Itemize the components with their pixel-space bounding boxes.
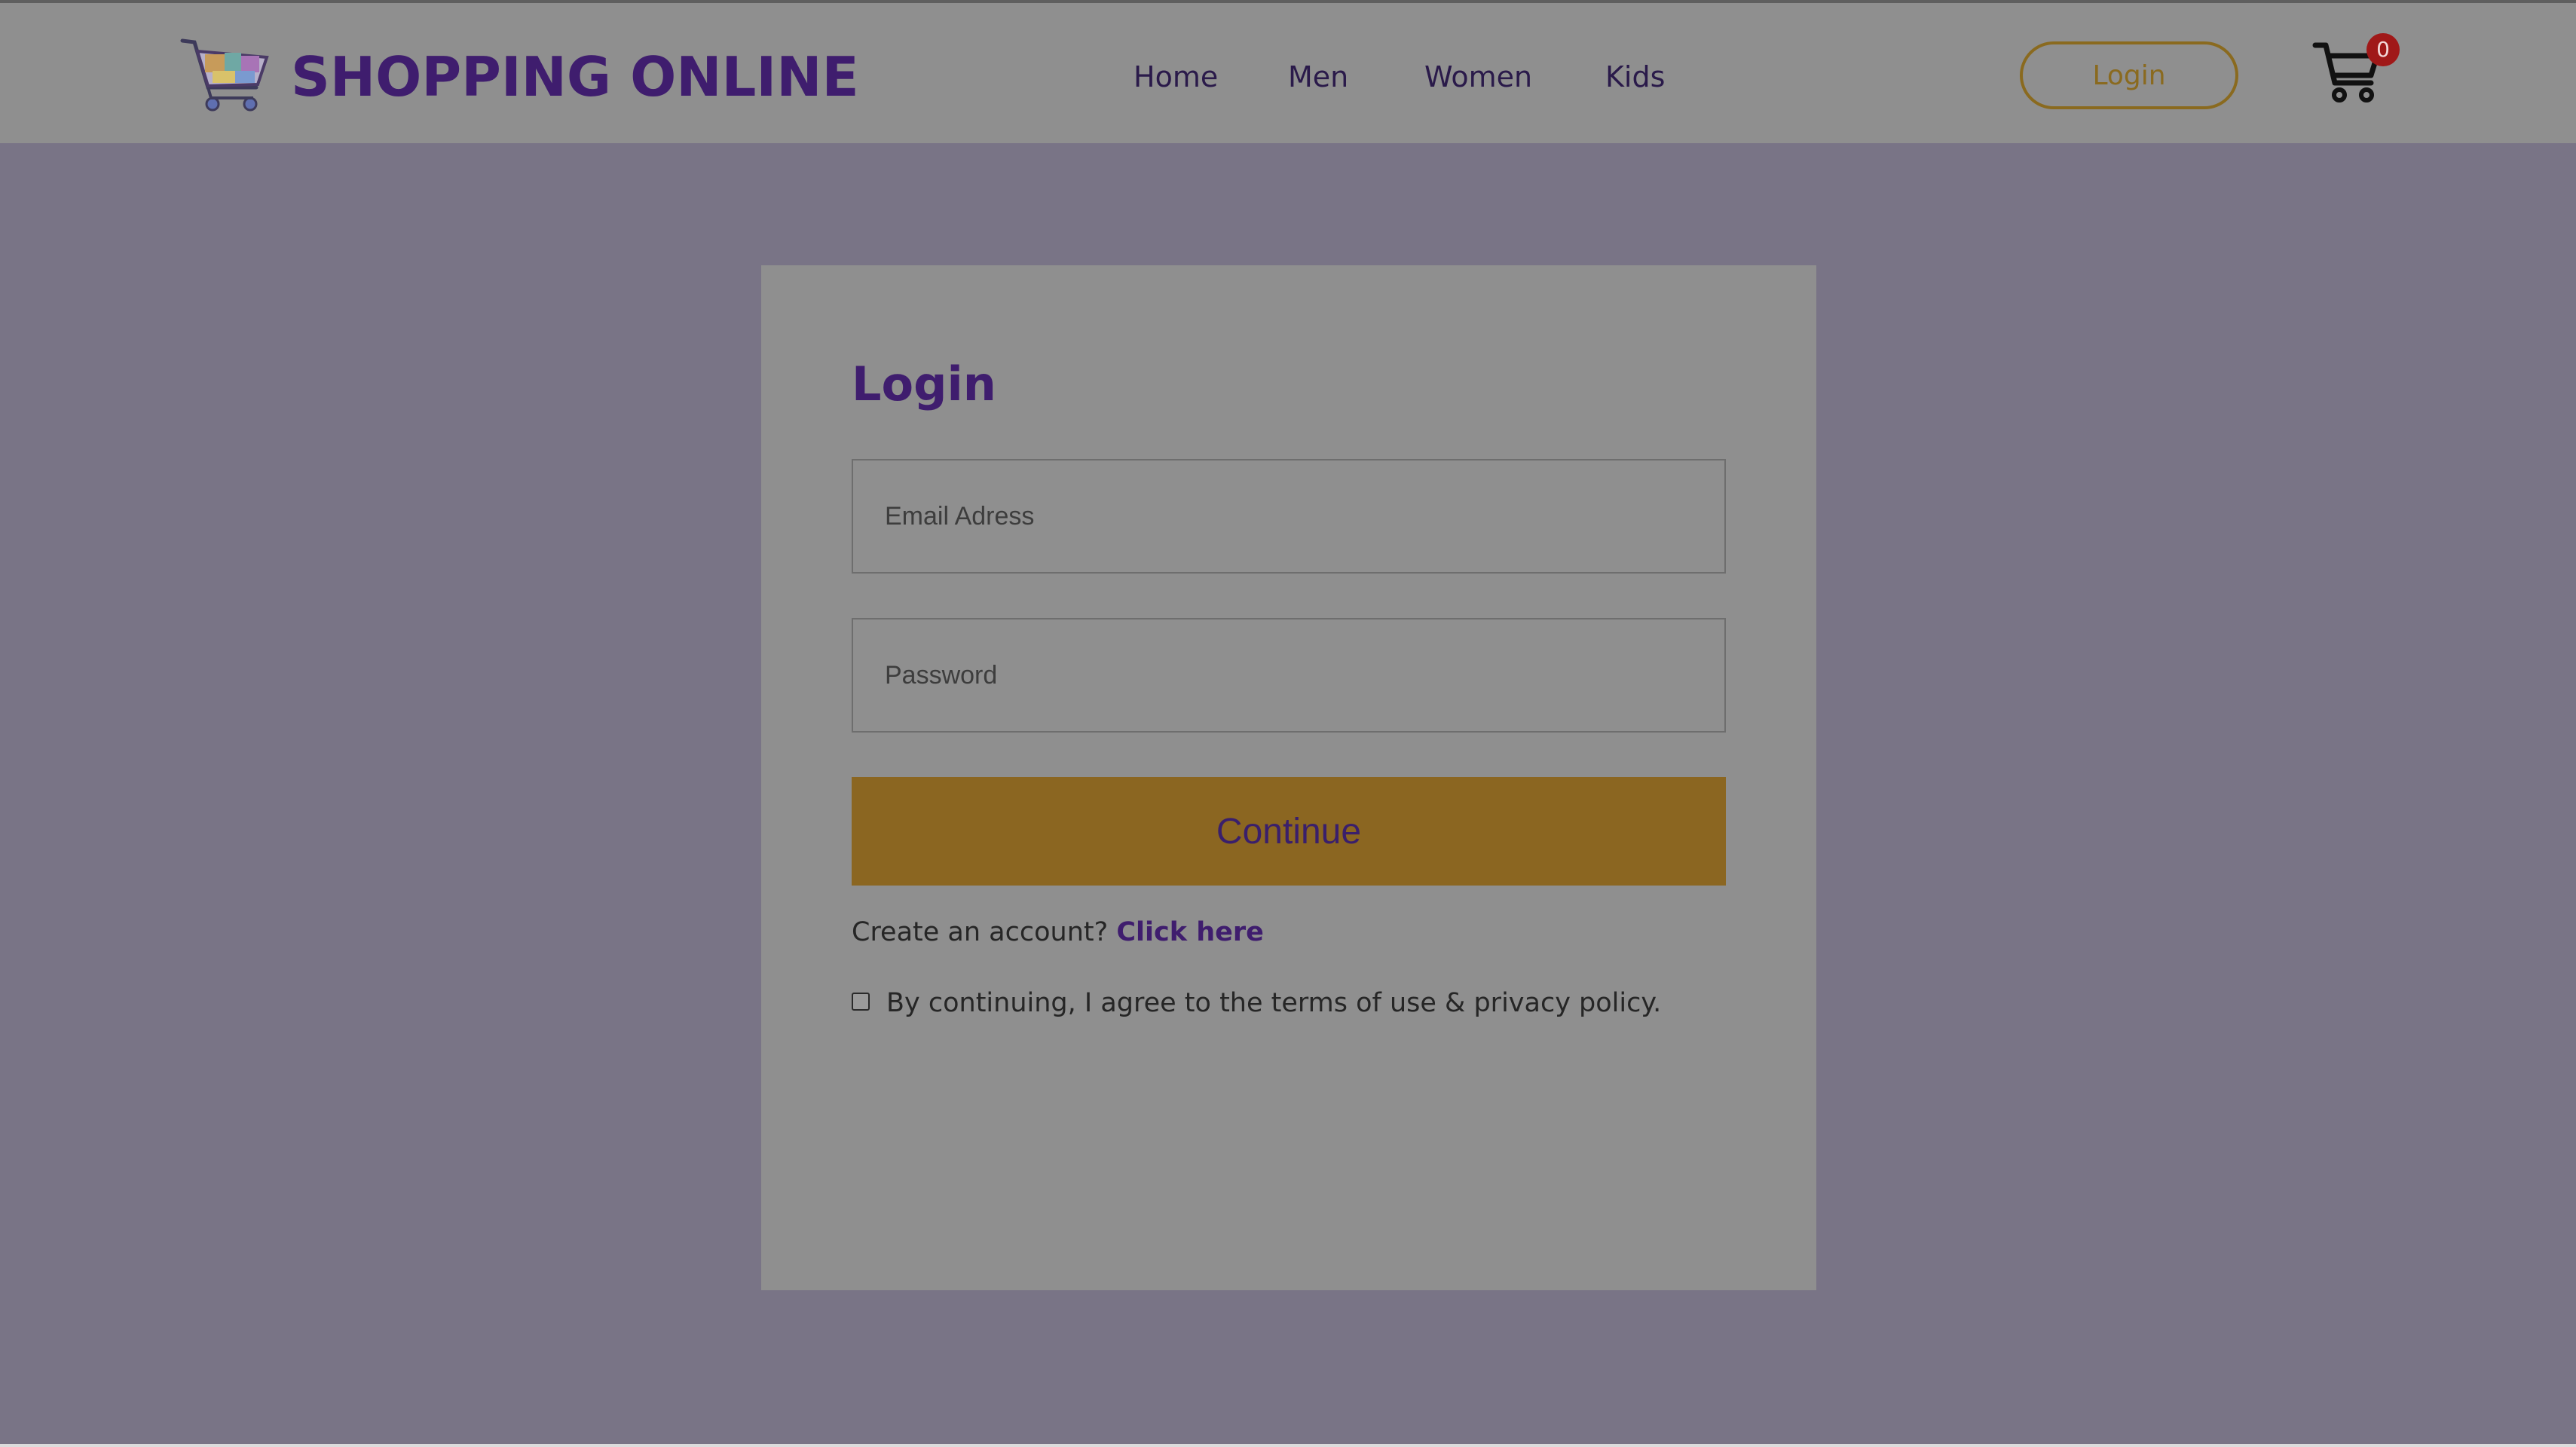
shopping-cart-logo-icon [180, 38, 269, 112]
continue-button[interactable]: Continue [852, 777, 1726, 886]
nav-women-link[interactable]: Women [1424, 53, 1532, 101]
nav-home-link[interactable]: Home [1134, 53, 1218, 101]
nav-men-link[interactable]: Men [1288, 53, 1348, 101]
password-field[interactable] [852, 618, 1726, 733]
email-field[interactable] [852, 459, 1726, 574]
nav-kids-link[interactable]: Kids [1605, 53, 1665, 101]
create-account-link[interactable]: Click here [1116, 917, 1264, 947]
create-account-prompt: Create an account? [852, 917, 1109, 947]
brand-name: SHOPPING ONLINE [291, 45, 859, 109]
terms-agreement-text: By continuing, I agree to the terms of u… [886, 988, 1662, 1018]
header-login-button[interactable]: Login [2020, 41, 2238, 109]
terms-checkbox[interactable] [852, 993, 870, 1011]
create-account-line: Create an account? Click here [852, 913, 1264, 951]
login-card: Login Continue Create an account? Click … [761, 265, 1816, 1290]
navbar: SHOPPING ONLINE Home Men Women Kids Logi… [0, 0, 2576, 143]
bottom-edge [0, 1444, 2576, 1447]
login-title: Login [852, 356, 996, 411]
cart-count-badge: 0 [2366, 33, 2400, 66]
